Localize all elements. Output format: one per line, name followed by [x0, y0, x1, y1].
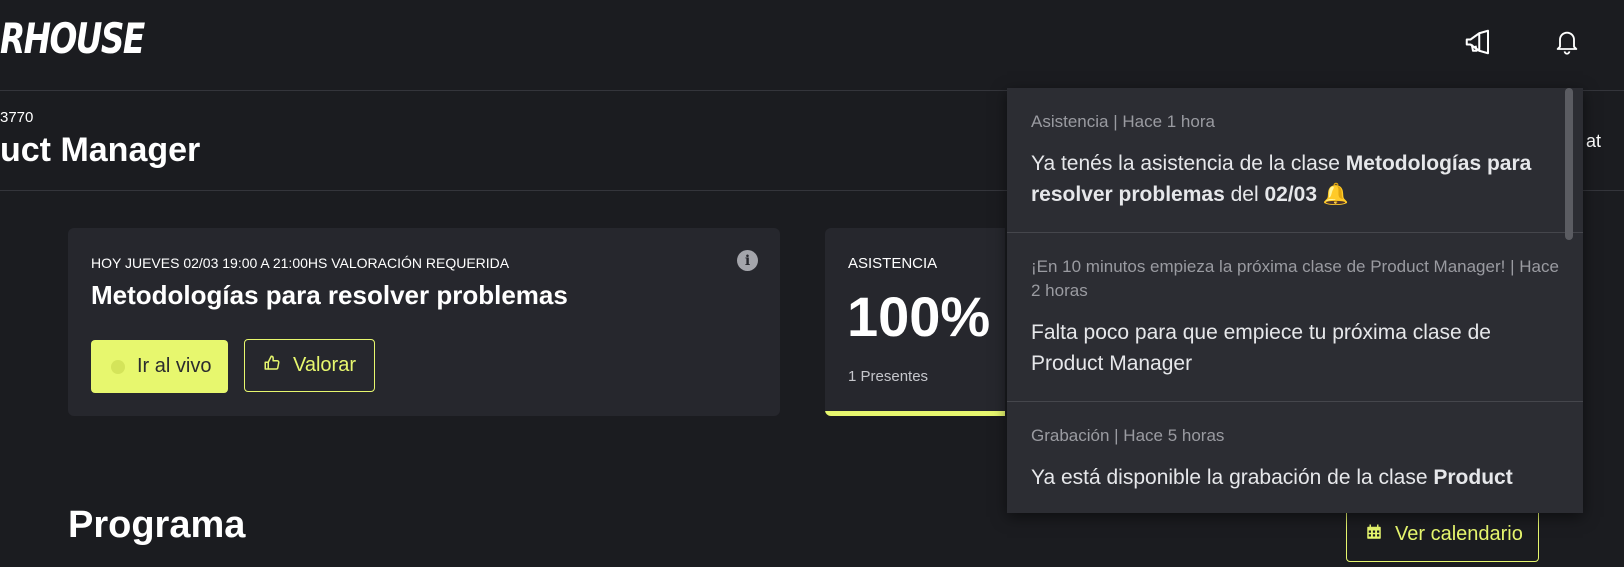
- notification-body: Ya tenés la asistencia de la clase Metod…: [1031, 152, 1532, 206]
- notification-item[interactable]: ¡En 10 minutos empieza la próxima clase …: [1007, 233, 1583, 402]
- live-button-label: Ir al vivo: [137, 355, 212, 377]
- brand-logo[interactable]: RHOUSE: [0, 14, 145, 63]
- class-title: Metodologías para resolver problemas: [91, 280, 568, 310]
- class-card: HOY JUEVES 02/03 19:00 A 21:00HS VALORAC…: [68, 228, 780, 416]
- attendance-card: ASISTENCIA 100% 1 Presentes: [825, 228, 1005, 416]
- attendance-label: ASISTENCIA: [848, 255, 938, 272]
- notification-item[interactable]: Asistencia | Hace 1 hora Ya tenés la asi…: [1007, 88, 1583, 233]
- notifications-panel[interactable]: Asistencia | Hace 1 hora Ya tenés la asi…: [1007, 88, 1583, 513]
- notification-body: Ya está disponible la grabación de la cl…: [1031, 466, 1513, 489]
- notifications-scrollbar[interactable]: [1565, 88, 1573, 240]
- course-title: uct Manager: [0, 131, 201, 169]
- attendance-value: 100%: [847, 285, 991, 348]
- calendar-icon: [1365, 523, 1383, 546]
- class-meta: HOY JUEVES 02/03 19:00 A 21:00HS VALORAC…: [91, 255, 510, 271]
- live-button[interactable]: Ir al vivo: [91, 340, 228, 393]
- view-calendar-button[interactable]: Ver calendario: [1346, 507, 1539, 562]
- attendance-progress-bar: [825, 411, 1005, 416]
- notification-meta: ¡En 10 minutos empieza la próxima clase …: [1031, 257, 1559, 300]
- course-code: 3770: [0, 109, 34, 126]
- bell-icon[interactable]: [1547, 22, 1587, 62]
- view-calendar-label: Ver calendario: [1395, 523, 1523, 545]
- live-dot-icon: [111, 359, 125, 374]
- notification-meta: Asistencia | Hace 1 hora: [1031, 112, 1215, 131]
- rate-button-label: Valorar: [293, 354, 356, 376]
- thumbs-up-icon: [263, 354, 281, 377]
- notification-meta: Grabación | Hace 5 horas: [1031, 426, 1225, 445]
- program-title: Programa: [68, 504, 246, 546]
- megaphone-icon[interactable]: [1458, 22, 1498, 62]
- chat-link[interactable]: at: [1586, 131, 1601, 152]
- top-bar: RHOUSE: [0, 0, 1624, 91]
- info-icon[interactable]: i: [737, 250, 758, 271]
- notification-item[interactable]: Grabación | Hace 5 horas Ya está disponi…: [1007, 402, 1583, 513]
- notification-body: Falta poco para que empiece tu próxima c…: [1031, 321, 1491, 375]
- attendance-present: 1 Presentes: [848, 368, 929, 385]
- rate-button[interactable]: Valorar: [244, 339, 375, 392]
